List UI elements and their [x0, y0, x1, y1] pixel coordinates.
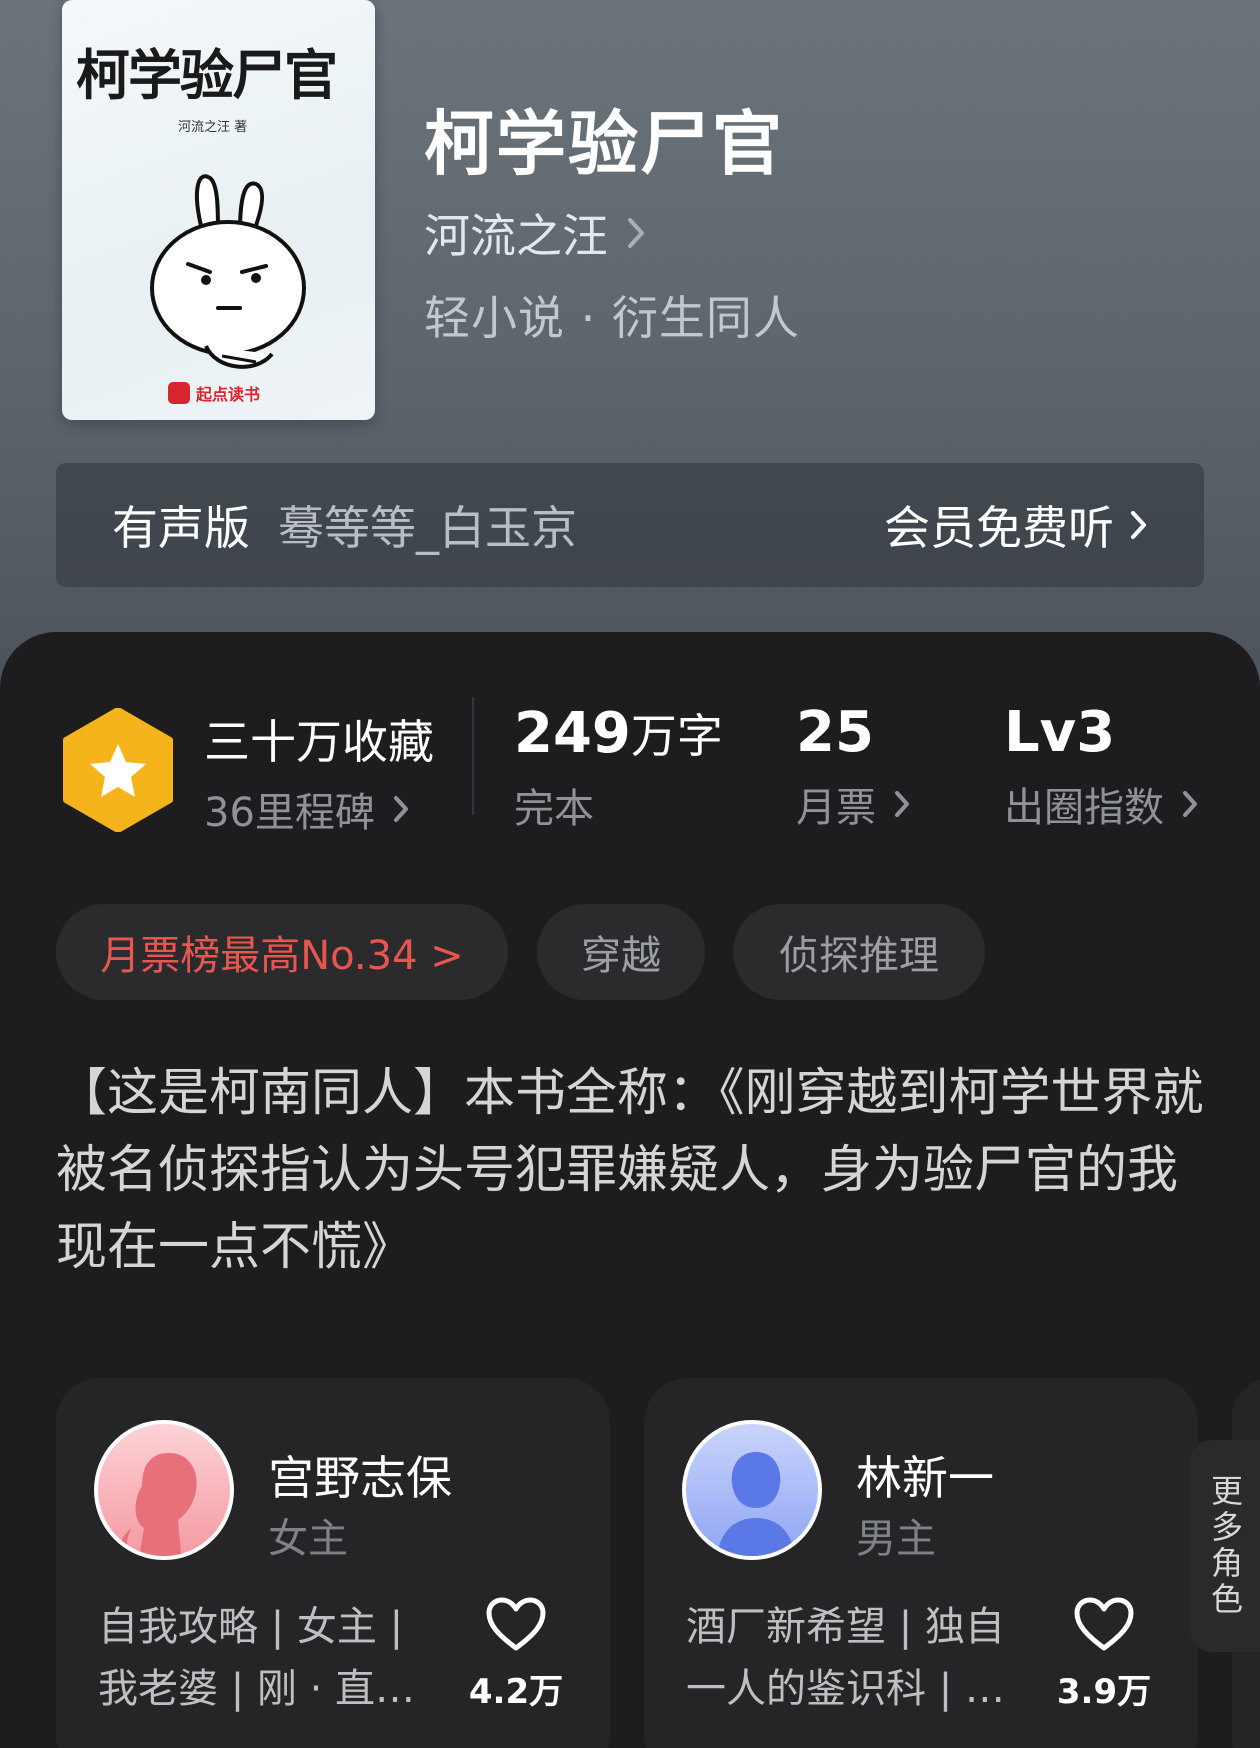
character-role: 女主: [268, 1516, 348, 1562]
character-desc-line: 我老婆 | 刚 · 直…: [98, 1666, 416, 1712]
author-name: 河流之汪: [424, 209, 608, 263]
word-count-unit: 万字: [630, 709, 723, 763]
character-desc-line: 酒厂新希望 | 独自: [686, 1604, 1005, 1650]
chevron-right-icon: [628, 218, 644, 248]
monthly-votes-count: 25: [796, 700, 874, 765]
book-synopsis[interactable]: 【这是柯南同人】本书全称：《刚穿越到柯学世界就被名侦探指认为头号犯罪嫌疑人，身为…: [56, 1055, 1206, 1286]
word-count-stat: 249万字 完本: [514, 700, 723, 834]
author-link[interactable]: 河流之汪: [424, 200, 646, 266]
like-button[interactable]: 3.9万: [1044, 1596, 1164, 1713]
like-count: 4.2万: [468, 1672, 564, 1712]
book-title: 柯学验尸官: [424, 102, 784, 185]
influence-index-stat[interactable]: Lv3 出圈指数: [1004, 700, 1198, 833]
influence-level: Lv3: [1004, 700, 1116, 765]
character-card[interactable]: 林新一 男主 酒厂新希望 | 独自 一人的鉴识科 | … 3.9万: [644, 1378, 1198, 1748]
chevron-right-icon: [895, 791, 909, 817]
monthly-votes-label: 月票: [796, 785, 876, 831]
like-button[interactable]: 4.2万: [456, 1596, 576, 1713]
book-cover[interactable]: 柯学验尸官 河流之汪 著 起点读书: [62, 0, 375, 420]
heart-icon: [486, 1597, 546, 1651]
character-card[interactable]: 宫野志保 女主 自我攻略 | 女主 | 我老婆 | 刚 · 直… 4.2万: [56, 1378, 610, 1748]
favorites-count: 三十万收藏: [204, 715, 434, 769]
publisher-name: 起点读书: [196, 385, 261, 404]
qidian-icon: [168, 382, 190, 404]
genre-label: 轻小说 · 衍生同人: [424, 291, 800, 345]
audio-label: 有声版: [112, 501, 250, 555]
chevron-right-icon: [1183, 791, 1197, 817]
bunny-illustration: [150, 174, 306, 369]
character-avatar: [682, 1420, 822, 1560]
character-avatar: [94, 1420, 234, 1560]
female-silhouette-icon: [118, 1452, 197, 1556]
chevron-right-icon: [1131, 511, 1146, 539]
character-description: 自我攻略 | 女主 | 我老婆 | 刚 · 直…: [98, 1596, 428, 1720]
tag-time-travel[interactable]: 穿越: [537, 904, 705, 1000]
publisher-logo: 起点读书: [168, 380, 260, 406]
completion-status: 完本: [514, 786, 594, 832]
influence-index-label: 出圈指数: [1004, 785, 1164, 831]
cover-author: 河流之汪 著: [178, 120, 248, 135]
male-silhouette-icon: [716, 1452, 796, 1556]
character-description: 酒厂新希望 | 独自 一人的鉴识科 | …: [686, 1596, 1016, 1720]
member-free-listen-button[interactable]: 会员免费听: [884, 492, 1148, 558]
milestones-link[interactable]: 36里程碑: [204, 780, 434, 838]
monthly-rank-tag[interactable]: 月票榜最高No.34 >: [56, 904, 508, 1000]
more-characters-button[interactable]: 更多角色: [1190, 1440, 1260, 1652]
character-desc-line: 自我攻略 | 女主 |: [98, 1604, 404, 1650]
milestones-label: 36里程碑: [204, 790, 375, 836]
character-desc-line: 一人的鉴识科 | …: [686, 1666, 1005, 1712]
stats-divider: [472, 697, 474, 815]
character-role: 男主: [856, 1516, 936, 1562]
audio-narrator: 蓦等等_白玉京: [278, 501, 577, 555]
cover-title: 柯学验尸官: [76, 43, 338, 107]
favorites-stat[interactable]: 三十万收藏 36里程碑: [204, 706, 434, 838]
chevron-right-icon: [393, 796, 408, 822]
star-badge-icon: [63, 708, 173, 832]
tag-detective[interactable]: 侦探推理: [733, 904, 985, 1000]
character-name: 宫野志保: [268, 1451, 452, 1505]
like-count: 3.9万: [1056, 1672, 1152, 1712]
monthly-votes-stat[interactable]: 25 月票: [796, 700, 910, 833]
character-name: 林新一: [856, 1451, 994, 1505]
member-free-listen-label: 会员免费听: [884, 501, 1114, 555]
heart-icon: [1074, 1597, 1134, 1651]
word-count-number: 249: [514, 701, 631, 766]
audio-version-bar[interactable]: 有声版 蓦等等_白玉京 会员免费听: [56, 463, 1204, 587]
